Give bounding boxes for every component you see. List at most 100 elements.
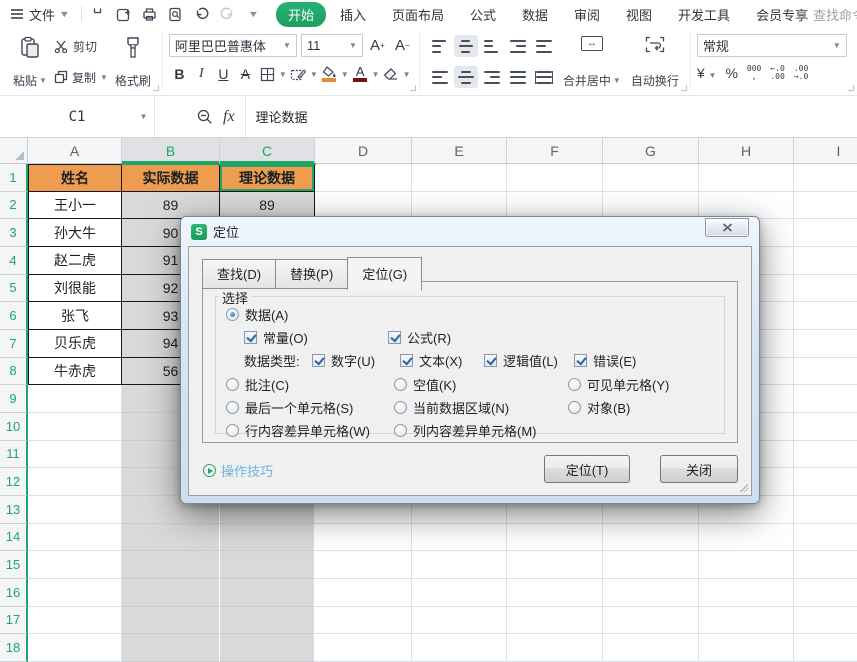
bold-button[interactable]: B (169, 63, 190, 85)
fx-icon[interactable]: fx (223, 108, 235, 126)
align-left-button[interactable] (428, 66, 452, 88)
cell-A3[interactable]: 孙大牛 (28, 219, 122, 247)
cell-I6[interactable] (794, 302, 857, 330)
name-box-caret[interactable]: ▼ (141, 112, 146, 121)
cell-A6[interactable]: 张飞 (28, 302, 122, 330)
valign-top-button[interactable] (428, 35, 452, 57)
more-caret-icon[interactable]: ▼ (242, 3, 266, 25)
cell-I11[interactable] (794, 440, 857, 469)
column-header-C[interactable]: C (220, 138, 315, 164)
row-header-4[interactable]: 4 (0, 246, 28, 275)
cell-B16[interactable] (122, 578, 220, 607)
cell-A18[interactable] (28, 634, 122, 662)
cell-I16[interactable] (794, 578, 857, 607)
cell-E1[interactable] (412, 164, 507, 192)
cell-A10[interactable] (28, 412, 122, 441)
cell-I17[interactable] (794, 606, 857, 635)
increase-font-icon[interactable]: A + (367, 34, 388, 56)
cell-C14[interactable] (220, 523, 315, 552)
cell-G14[interactable] (603, 523, 699, 552)
fill-color-button[interactable] (319, 63, 340, 85)
radio-objects[interactable]: 对象(B) (568, 398, 630, 417)
merge-center-button[interactable]: ↔ 合并居中 ▼ (558, 32, 626, 92)
row-header-2[interactable]: 2 (0, 191, 28, 220)
ribbon-tab-审阅[interactable]: 审阅 (562, 2, 612, 27)
cell-I18[interactable] (794, 634, 857, 662)
checkbox-errors[interactable]: 错误(E) (574, 351, 636, 370)
cell-G17[interactable] (603, 606, 699, 635)
decrease-font-icon[interactable]: A − (392, 34, 413, 56)
checkbox-text[interactable]: 文本(X) (400, 351, 462, 370)
resize-grip[interactable] (740, 484, 748, 492)
cell-H1[interactable] (699, 164, 794, 192)
cell-E15[interactable] (412, 551, 507, 579)
column-header-E[interactable]: E (412, 138, 507, 164)
tips-link[interactable]: 操作技巧 (203, 461, 273, 480)
radio-last-cell[interactable]: 最后一个单元格(S) (226, 398, 353, 417)
ribbon-tab-视图[interactable]: 视图 (614, 2, 664, 27)
column-header-F[interactable]: F (507, 138, 603, 164)
search-command[interactable]: 查找命令 (796, 0, 857, 28)
cell-I5[interactable] (794, 274, 857, 303)
column-header-H[interactable]: H (699, 138, 794, 164)
cell-A15[interactable] (28, 551, 122, 579)
column-header-D[interactable]: D (315, 138, 412, 164)
wrap-text-button[interactable]: 自动换行 (626, 32, 684, 92)
cell-F18[interactable] (507, 634, 603, 662)
cell-I1[interactable] (794, 164, 857, 192)
distribute-button[interactable] (532, 66, 556, 88)
name-box[interactable]: C1 ▼ (0, 96, 155, 137)
cell-I7[interactable] (794, 329, 857, 358)
cell-I8[interactable] (794, 357, 857, 386)
cell-I12[interactable] (794, 468, 857, 496)
cell-E17[interactable] (412, 606, 507, 635)
cell-C17[interactable] (220, 606, 315, 635)
increase-decimal-button[interactable]: .00 →.0 (794, 65, 808, 81)
cell-B18[interactable] (122, 634, 220, 662)
cell-A17[interactable] (28, 606, 122, 635)
ribbon-tab-开始[interactable]: 开始 (275, 1, 326, 27)
export-icon[interactable] (112, 3, 136, 25)
cell-D14[interactable] (315, 523, 412, 552)
ribbon-tab-插入[interactable]: 插入 (328, 2, 378, 27)
ribbon-tab-开发工具[interactable]: 开发工具 (666, 2, 742, 27)
cell-I14[interactable] (794, 523, 857, 552)
zoom-out-icon[interactable] (197, 109, 213, 125)
radio-data-radio[interactable]: 数据(A) (226, 305, 288, 324)
cell-D18[interactable] (315, 634, 412, 662)
copy-button[interactable]: 复制 ▼ (54, 67, 108, 87)
cell-E16[interactable] (412, 578, 507, 607)
underline-button[interactable]: U (213, 63, 234, 85)
cell-A5[interactable]: 刘很能 (28, 274, 122, 303)
cut-button[interactable]: 剪切 (54, 36, 108, 56)
select-all-corner[interactable] (0, 138, 28, 164)
dialog-tab-替换(P)[interactable]: 替换(P) (275, 259, 349, 289)
cell-H18[interactable] (699, 634, 794, 662)
cell-H15[interactable] (699, 551, 794, 579)
cell-A13[interactable] (28, 495, 122, 524)
cell-I13[interactable] (794, 495, 857, 524)
ribbon-tab-数据[interactable]: 数据 (510, 2, 560, 27)
fill-color-caret[interactable]: ▼ (341, 70, 349, 79)
clear-format-caret[interactable]: ▼ (403, 70, 411, 79)
cell-D16[interactable] (315, 578, 412, 607)
cell-C18[interactable] (220, 634, 315, 662)
cell-I4[interactable] (794, 246, 857, 275)
dialog-tab-查找(D)[interactable]: 查找(D) (202, 259, 277, 289)
locate-button[interactable]: 定位(T) (544, 455, 630, 483)
cell-F15[interactable] (507, 551, 603, 579)
checkbox-formulas[interactable]: 公式(R) (388, 328, 451, 347)
italic-button[interactable]: I (191, 63, 212, 85)
cell-B17[interactable] (122, 606, 220, 635)
row-header-16[interactable]: 16 (0, 578, 28, 607)
cell-F1[interactable] (507, 164, 603, 192)
cell-F16[interactable] (507, 578, 603, 607)
draw-border-caret[interactable]: ▼ (310, 70, 318, 79)
cell-A14[interactable] (28, 523, 122, 552)
valign-bottom-button[interactable] (480, 35, 504, 57)
cell-A8[interactable]: 牛赤虎 (28, 357, 122, 386)
radio-blanks[interactable]: 空值(K) (394, 375, 456, 394)
row-header-5[interactable]: 5 (0, 274, 28, 303)
print-preview-icon[interactable] (164, 3, 188, 25)
valign-middle-button[interactable] (453, 35, 478, 57)
